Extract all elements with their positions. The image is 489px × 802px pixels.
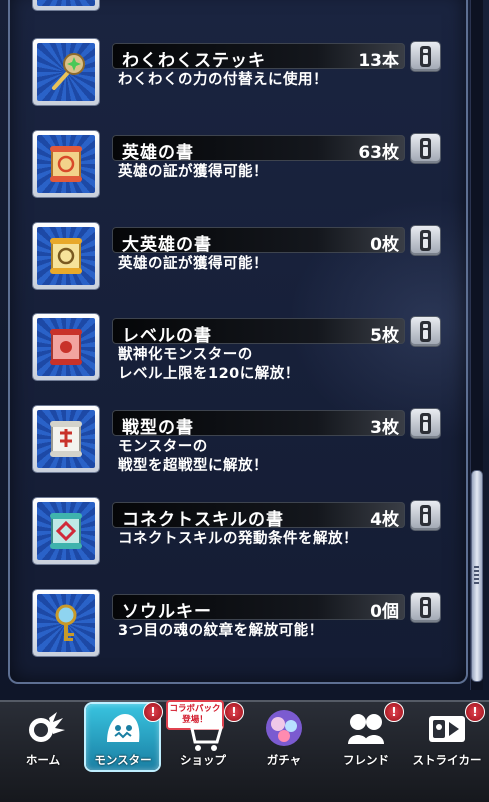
item-description: モンスターの 戦型を超戦型に解放！ bbox=[118, 439, 268, 474]
item-name-bar: 戦型の書 3枚 bbox=[112, 410, 405, 438]
info-icon bbox=[420, 138, 431, 159]
shop-alert-badge: ! bbox=[224, 702, 244, 722]
gacha-icon bbox=[266, 710, 302, 746]
nav-label: ガチャ bbox=[266, 753, 302, 767]
scrollbar-grip-icon bbox=[474, 566, 479, 586]
hero-book-icon bbox=[37, 135, 95, 193]
info-button[interactable] bbox=[411, 501, 440, 530]
soul-key-icon bbox=[37, 594, 95, 652]
item-description: 獣神化モンスターの レベル上限を120に解放！ bbox=[118, 347, 300, 382]
info-button[interactable] bbox=[411, 593, 440, 622]
list-item[interactable]: ソウルキー 0個 3つ目の魂の紋章を解放可能！ bbox=[30, 588, 450, 664]
item-name: 戦型の書 bbox=[122, 418, 194, 438]
battle-type-book-icon bbox=[37, 410, 95, 468]
item-count: 0個 bbox=[370, 602, 399, 622]
list-item[interactable]: レベルの書 5枚 獣神化モンスターの レベル上限を120に解放！ bbox=[30, 312, 450, 388]
list-item[interactable]: 戦型の書 3枚 モンスターの 戦型を超戦型に解放！ bbox=[30, 404, 450, 480]
item-name: ソウルキー bbox=[122, 602, 212, 622]
info-icon bbox=[420, 46, 431, 67]
item-icon-frame bbox=[33, 0, 99, 10]
great-hero-book-icon bbox=[37, 227, 95, 285]
monster-alert-badge: ! bbox=[143, 702, 163, 722]
item-icon-frame bbox=[33, 590, 99, 656]
nav-label: ストライカー bbox=[412, 753, 482, 767]
item-name-bar: 大英雄の書 0枚 bbox=[112, 227, 405, 255]
item-description: 英雄の証が獲得可能！ bbox=[118, 256, 268, 272]
item-name: 大英雄の書 bbox=[122, 235, 212, 255]
info-icon bbox=[420, 413, 431, 434]
item-name: コネクトスキルの書 bbox=[122, 510, 284, 530]
info-icon bbox=[420, 597, 431, 618]
nav-label: ショップ bbox=[180, 753, 226, 767]
item-count: 4枚 bbox=[370, 510, 399, 530]
item-name: 英雄の書 bbox=[122, 143, 194, 163]
item-count: 13本 bbox=[358, 51, 399, 71]
monster-icon bbox=[107, 714, 140, 742]
list-item[interactable]: 大英雄の書 0枚 英雄の証が獲得可能！ bbox=[30, 221, 450, 297]
list-item[interactable]: わくわくステッキ 13本 わくわくの力の付替えに使用！ bbox=[30, 37, 450, 113]
item-icon-frame bbox=[33, 314, 99, 380]
striker-alert-badge: ! bbox=[465, 702, 485, 722]
connect-skill-book-icon bbox=[37, 502, 95, 560]
item-name-bar: わくわくステッキ 13本 bbox=[112, 43, 405, 71]
item-description: コネクトスキルの発動条件を解放！ bbox=[118, 531, 358, 547]
wakuwaku-stick-icon bbox=[37, 43, 95, 101]
info-icon bbox=[420, 230, 431, 251]
info-button[interactable] bbox=[411, 409, 440, 438]
info-icon bbox=[420, 505, 431, 526]
nav-home[interactable]: ホーム bbox=[3, 700, 83, 800]
item-count: 0枚 bbox=[370, 235, 399, 255]
friend-alert-badge: ! bbox=[384, 702, 404, 722]
friend-icon bbox=[348, 714, 384, 744]
item-description: 英雄の証が獲得可能！ bbox=[118, 164, 268, 180]
list-item[interactable]: 英雄の書 63枚 英雄の証が獲得可能！ bbox=[30, 129, 450, 205]
item-icon-frame bbox=[33, 223, 99, 289]
item-count: 5枚 bbox=[370, 326, 399, 346]
home-icon bbox=[29, 712, 65, 742]
nav-label: ホーム bbox=[25, 753, 61, 767]
info-button[interactable] bbox=[411, 317, 440, 346]
info-button[interactable] bbox=[411, 42, 440, 71]
list-item[interactable] bbox=[30, 0, 450, 18]
list-item[interactable]: コネクトスキルの書 4枚 コネクトスキルの発動条件を解放！ bbox=[30, 496, 450, 572]
level-book-icon bbox=[37, 318, 95, 376]
nav-label: モンスター bbox=[94, 753, 152, 767]
item-icon-frame bbox=[33, 498, 99, 564]
info-icon bbox=[420, 321, 431, 342]
item-description: わくわくの力の付替えに使用！ bbox=[118, 72, 328, 88]
item-name: レベルの書 bbox=[122, 326, 212, 346]
item-icon-frame bbox=[33, 131, 99, 197]
item-name-bar: コネクトスキルの書 4枚 bbox=[112, 502, 405, 530]
nav-label: フレンド bbox=[343, 753, 389, 767]
item-count: 63枚 bbox=[358, 143, 399, 163]
item-icon-frame bbox=[33, 39, 99, 105]
item-name: わくわくステッキ bbox=[122, 51, 266, 71]
info-button[interactable] bbox=[411, 134, 440, 163]
item-description: 3つ目の魂の紋章を解放可能！ bbox=[118, 623, 324, 639]
item-name-bar: レベルの書 5枚 bbox=[112, 318, 405, 346]
item-name-bar: 英雄の書 63枚 bbox=[112, 135, 405, 163]
striker-card-icon bbox=[429, 716, 465, 742]
item-count: 3枚 bbox=[370, 418, 399, 438]
item-name-bar: ソウルキー 0個 bbox=[112, 594, 405, 622]
item-icon-frame bbox=[33, 406, 99, 472]
shop-cart-icon bbox=[185, 722, 223, 751]
info-button[interactable] bbox=[411, 226, 440, 255]
nav-gacha[interactable]: ガチャ bbox=[244, 700, 324, 800]
